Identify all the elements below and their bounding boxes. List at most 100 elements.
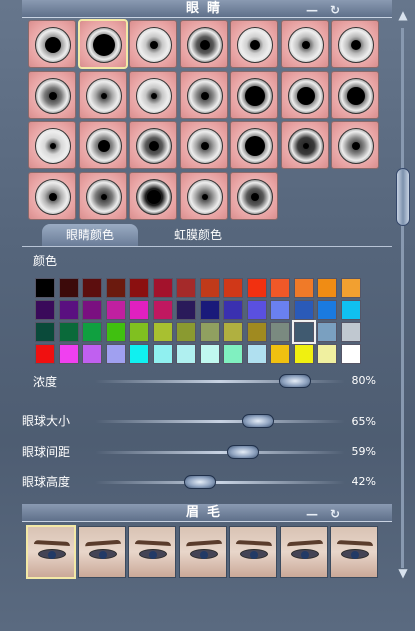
eye-style-option[interactable] [230, 70, 278, 119]
minimize-icon[interactable]: — [306, 505, 318, 523]
color-swatch[interactable] [152, 322, 173, 342]
color-swatch[interactable] [58, 322, 79, 342]
brow-style-option[interactable] [77, 526, 126, 578]
color-swatch[interactable] [58, 300, 79, 320]
eye-style-option[interactable] [280, 121, 329, 169]
color-swatch[interactable] [291, 320, 316, 344]
minimize-icon[interactable]: — [306, 1, 318, 19]
color-swatch[interactable] [35, 300, 55, 320]
brow-style-option[interactable] [330, 526, 378, 578]
eye-style-option[interactable] [331, 121, 379, 169]
color-swatch[interactable] [223, 300, 243, 320]
eye-style-option[interactable] [280, 20, 329, 68]
eye-spacing-slider-track[interactable] [95, 451, 345, 454]
tab-iris-color[interactable]: 虹膜颜色 [150, 224, 246, 246]
color-swatch[interactable] [246, 300, 267, 320]
color-swatch[interactable] [293, 344, 314, 364]
color-swatch[interactable] [317, 344, 337, 364]
brow-style-option[interactable] [178, 526, 227, 578]
color-swatch[interactable] [129, 300, 149, 320]
color-swatch[interactable] [82, 322, 102, 342]
color-swatch[interactable] [270, 300, 290, 320]
color-swatch[interactable] [340, 278, 361, 298]
color-swatch[interactable] [317, 278, 337, 298]
color-swatch[interactable] [199, 278, 220, 298]
color-swatch[interactable] [82, 300, 102, 320]
opacity-slider-knob[interactable] [279, 374, 311, 388]
color-swatch[interactable] [129, 322, 149, 342]
eye-size-slider-track[interactable] [95, 420, 345, 423]
eye-style-option[interactable] [179, 70, 228, 119]
color-swatch[interactable] [340, 344, 361, 364]
color-swatch[interactable] [199, 322, 220, 342]
eye-style-option[interactable] [129, 171, 177, 220]
color-swatch[interactable] [105, 278, 126, 298]
eye-style-option[interactable] [28, 171, 76, 220]
scroll-up-arrow-icon[interactable]: ▲ [396, 8, 410, 22]
color-swatch[interactable] [270, 322, 290, 342]
eye-style-option[interactable] [331, 20, 379, 68]
eye-style-option[interactable] [28, 70, 76, 119]
eye-style-option[interactable] [28, 20, 76, 68]
color-swatch[interactable] [270, 344, 290, 364]
eye-style-option[interactable] [230, 20, 278, 68]
scrollbar-thumb[interactable] [396, 168, 410, 226]
eye-style-option[interactable] [129, 70, 177, 119]
reset-icon[interactable]: ↻ [330, 1, 340, 19]
color-swatch[interactable] [82, 344, 102, 364]
color-swatch[interactable] [246, 322, 267, 342]
color-swatch[interactable] [58, 344, 79, 364]
eye-height-slider-track[interactable] [95, 481, 345, 484]
brow-style-option[interactable] [279, 526, 328, 578]
tab-eye-color[interactable]: 眼睛颜色 [42, 224, 138, 246]
eye-style-option[interactable] [331, 70, 379, 119]
color-swatch[interactable] [176, 344, 196, 364]
color-swatch[interactable] [223, 344, 243, 364]
color-swatch[interactable] [223, 322, 243, 342]
color-swatch[interactable] [317, 300, 337, 320]
color-swatch[interactable] [129, 278, 149, 298]
scrollbar-track[interactable] [401, 28, 404, 568]
color-swatch[interactable] [176, 278, 196, 298]
color-swatch[interactable] [340, 300, 361, 320]
color-swatch[interactable] [152, 278, 173, 298]
eye-size-slider-knob[interactable] [241, 414, 274, 428]
eye-style-option[interactable] [179, 20, 228, 68]
color-swatch[interactable] [246, 278, 267, 298]
color-swatch[interactable] [152, 344, 173, 364]
eye-style-option[interactable] [28, 121, 76, 169]
color-swatch[interactable] [176, 322, 196, 342]
eye-style-option[interactable] [78, 171, 127, 220]
color-swatch[interactable] [152, 300, 173, 320]
color-swatch[interactable] [199, 300, 220, 320]
color-swatch[interactable] [35, 344, 55, 364]
color-swatch[interactable] [35, 322, 55, 342]
color-swatch[interactable] [317, 322, 337, 342]
color-swatch[interactable] [105, 300, 126, 320]
brow-style-option[interactable] [26, 525, 76, 579]
color-swatch[interactable] [129, 344, 149, 364]
color-swatch[interactable] [199, 344, 220, 364]
eye-height-slider-knob[interactable] [184, 475, 216, 489]
color-swatch[interactable] [82, 278, 102, 298]
color-swatch[interactable] [246, 344, 267, 364]
eye-style-option[interactable] [78, 70, 127, 119]
color-swatch[interactable] [293, 300, 314, 320]
eye-style-option[interactable] [280, 70, 329, 119]
color-swatch[interactable] [223, 278, 243, 298]
eye-style-option[interactable] [129, 121, 177, 169]
eye-style-option[interactable] [78, 121, 127, 169]
color-swatch[interactable] [58, 278, 79, 298]
color-swatch[interactable] [293, 278, 314, 298]
color-swatch[interactable] [105, 322, 126, 342]
eye-style-option[interactable] [77, 19, 128, 69]
scroll-down-arrow-icon[interactable]: ▼ [396, 566, 410, 580]
reset-icon[interactable]: ↻ [330, 505, 340, 523]
eye-style-option[interactable] [179, 121, 228, 169]
brow-style-option[interactable] [229, 526, 277, 578]
color-swatch[interactable] [176, 300, 196, 320]
brow-style-option[interactable] [128, 526, 176, 578]
eye-style-option[interactable] [230, 121, 278, 169]
eye-style-option[interactable] [179, 171, 228, 220]
color-swatch[interactable] [35, 278, 55, 298]
